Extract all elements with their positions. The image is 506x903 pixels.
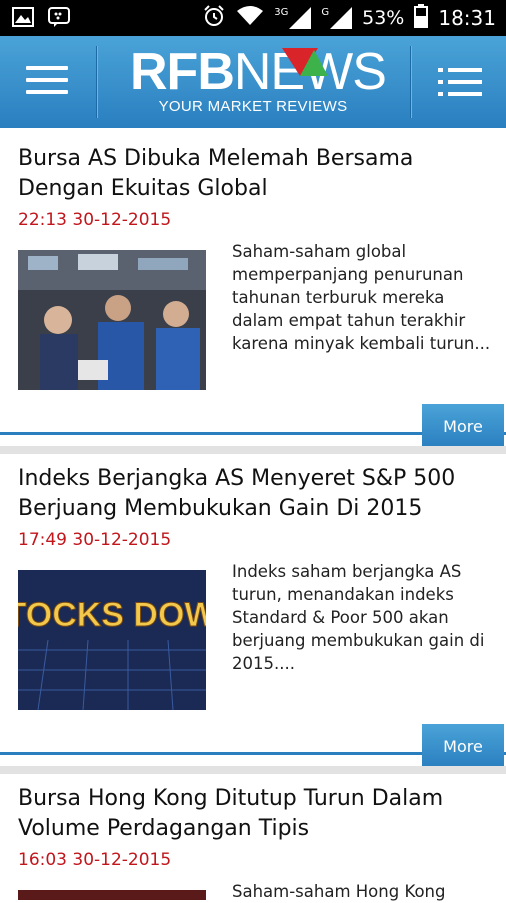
logo-bold-text: RFB <box>130 43 235 101</box>
wifi-icon <box>236 5 264 32</box>
clock: 18:31 <box>438 6 496 30</box>
article-time: 17:49 30-12-2015 <box>18 530 172 550</box>
signal-icon-2: G <box>321 7 353 29</box>
app-bar-divider-right <box>410 46 411 118</box>
news-card[interactable]: Indeks Berjangka AS Menyeret S&P 500 Ber… <box>0 448 506 768</box>
app-logo: RFBNEWS YOUR MARKET REVIEWS <box>130 44 387 124</box>
battery-level: 53% <box>362 7 405 29</box>
list-menu-icon[interactable] <box>438 68 482 98</box>
image-caption-text: STOCKS DOWN <box>18 596 206 634</box>
article-image[interactable] <box>18 890 206 900</box>
news-card[interactable]: Bursa Hong Kong Ditutup Turun Dalam Volu… <box>0 768 506 901</box>
article-image-stocks-down[interactable]: STOCKS DOWN <box>0 570 242 711</box>
more-button[interactable]: More <box>422 404 504 448</box>
more-button[interactable]: More <box>422 724 504 768</box>
news-card[interactable]: Bursa AS Dibuka Melemah Bersama Dengan E… <box>0 128 506 448</box>
hamburger-menu-icon[interactable] <box>26 66 68 98</box>
app-bar-divider-left <box>96 46 97 118</box>
article-time: 22:13 30-12-2015 <box>18 210 172 230</box>
article-title[interactable]: Bursa AS Dibuka Melemah Bersama Dengan E… <box>18 144 488 204</box>
signal-type-1: 3G <box>274 7 289 18</box>
article-image-trading-floor[interactable] <box>18 250 206 390</box>
article-title[interactable]: Bursa Hong Kong Ditutup Turun Dalam Volu… <box>18 784 488 844</box>
article-summary: Saham-saham global memperpanjang penurun… <box>232 242 491 353</box>
article-title[interactable]: Indeks Berjangka AS Menyeret S&P 500 Ber… <box>18 464 488 524</box>
battery-icon <box>414 3 429 33</box>
bbm-icon <box>48 7 70 31</box>
app-bar: RFBNEWS YOUR MARKET REVIEWS <box>0 36 506 128</box>
article-summary: Indeks saham berjangka AS turun, menanda… <box>232 562 485 673</box>
signal-icon: 3G <box>274 7 312 29</box>
signal-type-2: G <box>321 7 330 18</box>
logo-green-triangle <box>300 50 328 76</box>
status-bar: 3G G 53% 18:31 <box>0 0 506 36</box>
logo-wordmark: RFBNEWS <box>130 43 387 101</box>
gallery-icon <box>12 7 34 31</box>
article-time: 16:03 30-12-2015 <box>18 850 172 870</box>
alarm-icon <box>202 4 226 33</box>
news-list: Bursa AS Dibuka Melemah Bersama Dengan E… <box>0 128 506 901</box>
